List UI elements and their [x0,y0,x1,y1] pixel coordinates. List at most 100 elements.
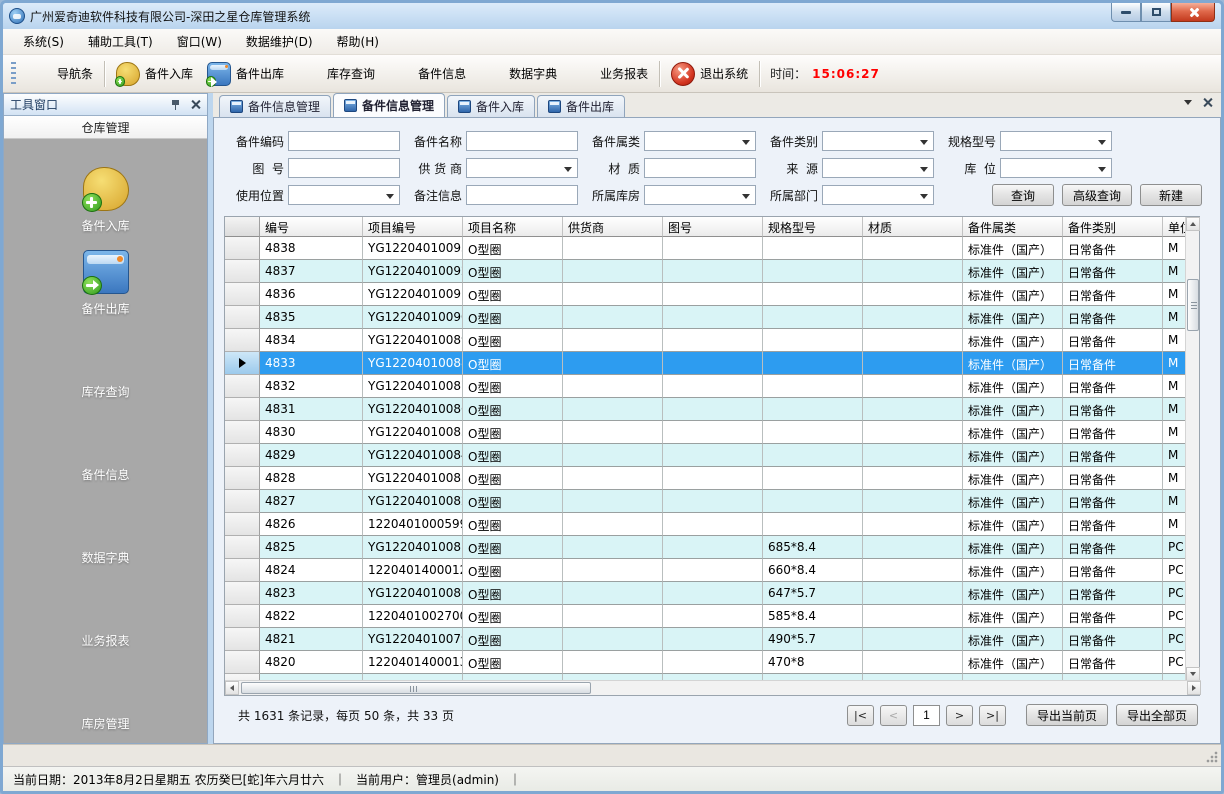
prev-page-button[interactable]: < [880,705,907,726]
table-row[interactable]: 48261220401000599O型圈标准件（国产）日常备件M [225,513,1187,536]
row-header-cell[interactable] [225,605,260,628]
column-header-项目名称[interactable]: 项目名称 [463,217,563,237]
sidebar-close-icon[interactable] [190,99,201,110]
menu-item-数据维护(D)[interactable]: 数据维护(D) [234,29,325,54]
column-header-单位[interactable]: 单位 [1163,217,1187,237]
tab-备件出库-3[interactable]: 备件出库 [537,95,625,117]
scroll-left-button[interactable] [225,681,239,695]
sidebar-item-备件出库[interactable]: 备件出库 [46,250,166,317]
toolbar-item-备件信息[interactable]: 备件信息 [382,59,473,89]
usage-position-select[interactable] [288,185,400,205]
row-header-cell[interactable] [225,490,260,513]
table-row[interactable]: 4834YG12204010089O型圈标准件（国产）日常备件M [225,329,1187,352]
menu-item-系统(S)[interactable]: 系统(S) [11,29,76,54]
table-row[interactable]: 4825YG12204010081O型圈685*8.4标准件（国产）日常备件PC [225,536,1187,559]
row-header-cell[interactable] [225,467,260,490]
first-page-button[interactable]: |< [847,705,874,726]
sidebar-item-业务报表[interactable]: 业务报表 [46,582,166,649]
horizontal-scrollbar[interactable] [225,680,1201,695]
row-header-cell[interactable] [225,283,260,306]
drawing-no-input[interactable] [288,158,400,178]
toolbar-item-数据字典[interactable]: 数据字典 [473,59,564,89]
table-row[interactable]: 4829YG12204010084O型圈标准件（国产）日常备件M [225,444,1187,467]
export-current-page-button[interactable]: 导出当前页 [1026,704,1108,726]
table-row[interactable]: 4832YG12204010087O型圈标准件（国产）日常备件M [225,375,1187,398]
sidebar-item-数据字典[interactable]: 数据字典 [46,499,166,566]
column-header-项目编号[interactable]: 项目编号 [363,217,463,237]
row-header-cell[interactable] [225,375,260,398]
table-row[interactable]: 4833YG12204010088O型圈标准件（国产）日常备件M [225,352,1187,375]
table-row[interactable]: 4830YG12204010085O型圈标准件（国产）日常备件M [225,421,1187,444]
table-row[interactable]: 4838YG12204010093O型圈标准件（国产）日常备件M [225,237,1187,260]
scroll-up-button[interactable] [1186,217,1200,231]
table-row[interactable]: 48241220401400012O型圈660*8.4标准件（国产）日常备件PC [225,559,1187,582]
part-name-input[interactable] [466,131,578,151]
table-row[interactable]: 4836YG12204010091O型圈标准件（国产）日常备件M [225,283,1187,306]
table-row[interactable]: 4837YG12204010092O型圈标准件（国产）日常备件M [225,260,1187,283]
row-header-cell[interactable] [225,260,260,283]
vertical-scroll-thumb[interactable] [1187,279,1199,331]
part-category-select[interactable] [822,131,934,151]
row-header-cell[interactable] [225,352,260,375]
table-row[interactable]: 4831YG12204010086O型圈标准件（国产）日常备件M [225,398,1187,421]
table-row[interactable]: 48221220401002700O型圈585*8.4标准件（国产）日常备件PC [225,605,1187,628]
table-row[interactable]: 48201220401400013O型圈470*8标准件（国产）日常备件PC [225,651,1187,674]
spec-model-select[interactable] [1000,131,1112,151]
column-header-备件属类[interactable]: 备件属类 [963,217,1063,237]
table-row[interactable]: 4827YG12204010082O型圈标准件（国产）日常备件M [225,490,1187,513]
close-button[interactable] [1171,3,1215,22]
toolbar-item-退出系统[interactable]: 退出系统 [664,59,755,89]
pin-icon[interactable] [170,99,182,111]
row-header-cell[interactable] [225,536,260,559]
column-header-编号[interactable]: 编号 [260,217,363,237]
row-header-cell[interactable] [225,237,260,260]
material-input[interactable] [644,158,756,178]
toolbar-item-备件出库[interactable]: 备件出库 [200,59,291,89]
toolbar-item-库存查询[interactable]: 库存查询 [291,59,382,89]
column-header-备件类别[interactable]: 备件类别 [1063,217,1163,237]
row-header-cell[interactable] [225,628,260,651]
column-header-供货商[interactable]: 供货商 [563,217,663,237]
export-all-pages-button[interactable]: 导出全部页 [1116,704,1198,726]
department-select[interactable] [822,185,934,205]
query-button[interactable]: 查询 [992,184,1054,206]
row-header-cell[interactable] [225,582,260,605]
supplier-select[interactable] [466,158,578,178]
tab-备件入库-2[interactable]: 备件入库 [447,95,535,117]
toolbar-item-备件入库[interactable]: 备件入库 [109,59,200,89]
row-header-cell[interactable] [225,513,260,536]
row-header-cell[interactable] [225,329,260,352]
table-row[interactable]: 4828YG12204010083O型圈标准件（国产）日常备件M [225,467,1187,490]
sidebar-item-备件信息[interactable]: 备件信息 [46,416,166,483]
tab-备件信息管理-0[interactable]: 备件信息管理 [219,95,331,117]
minimize-button[interactable] [1111,3,1141,22]
sidebar-item-库房管理[interactable]: 库房管理 [46,665,166,732]
page-number-input[interactable] [913,705,940,726]
row-header-cell[interactable] [225,421,260,444]
remark-input[interactable] [466,185,578,205]
row-header-cell[interactable] [225,306,260,329]
toolbar-drag-handle[interactable] [11,62,16,86]
source-select[interactable] [822,158,934,178]
menu-item-窗口(W)[interactable]: 窗口(W) [165,29,234,54]
row-header-cell[interactable] [225,651,260,674]
row-header-cell[interactable] [225,444,260,467]
horizontal-scroll-thumb[interactable] [241,682,591,694]
table-row[interactable]: 4835YG12204010090O型圈标准件（国产）日常备件M [225,306,1187,329]
column-header-材质[interactable]: 材质 [863,217,963,237]
sidebar-item-库存查询[interactable]: 库存查询 [46,333,166,400]
part-code-input[interactable] [288,131,400,151]
tab-list-dropdown-icon[interactable] [1184,100,1192,105]
toolbar-item-业务报表[interactable]: 业务报表 [564,59,655,89]
tab-close-icon[interactable] [1202,97,1213,108]
tab-备件信息管理-1[interactable]: 备件信息管理 [333,93,445,117]
new-button[interactable]: 新建 [1140,184,1202,206]
last-page-button[interactable]: >| [979,705,1006,726]
menu-item-辅助工具(T)[interactable]: 辅助工具(T) [76,29,165,54]
toolbar-item-导航条[interactable]: 导航条 [21,59,100,89]
row-header-cell[interactable] [225,398,260,421]
table-row[interactable]: 4823YG12204010080O型圈647*5.7标准件（国产）日常备件PC [225,582,1187,605]
part-genus-select[interactable] [644,131,756,151]
scroll-down-button[interactable] [1186,667,1200,681]
sidebar-item-备件入库[interactable]: 备件入库 [46,167,166,234]
